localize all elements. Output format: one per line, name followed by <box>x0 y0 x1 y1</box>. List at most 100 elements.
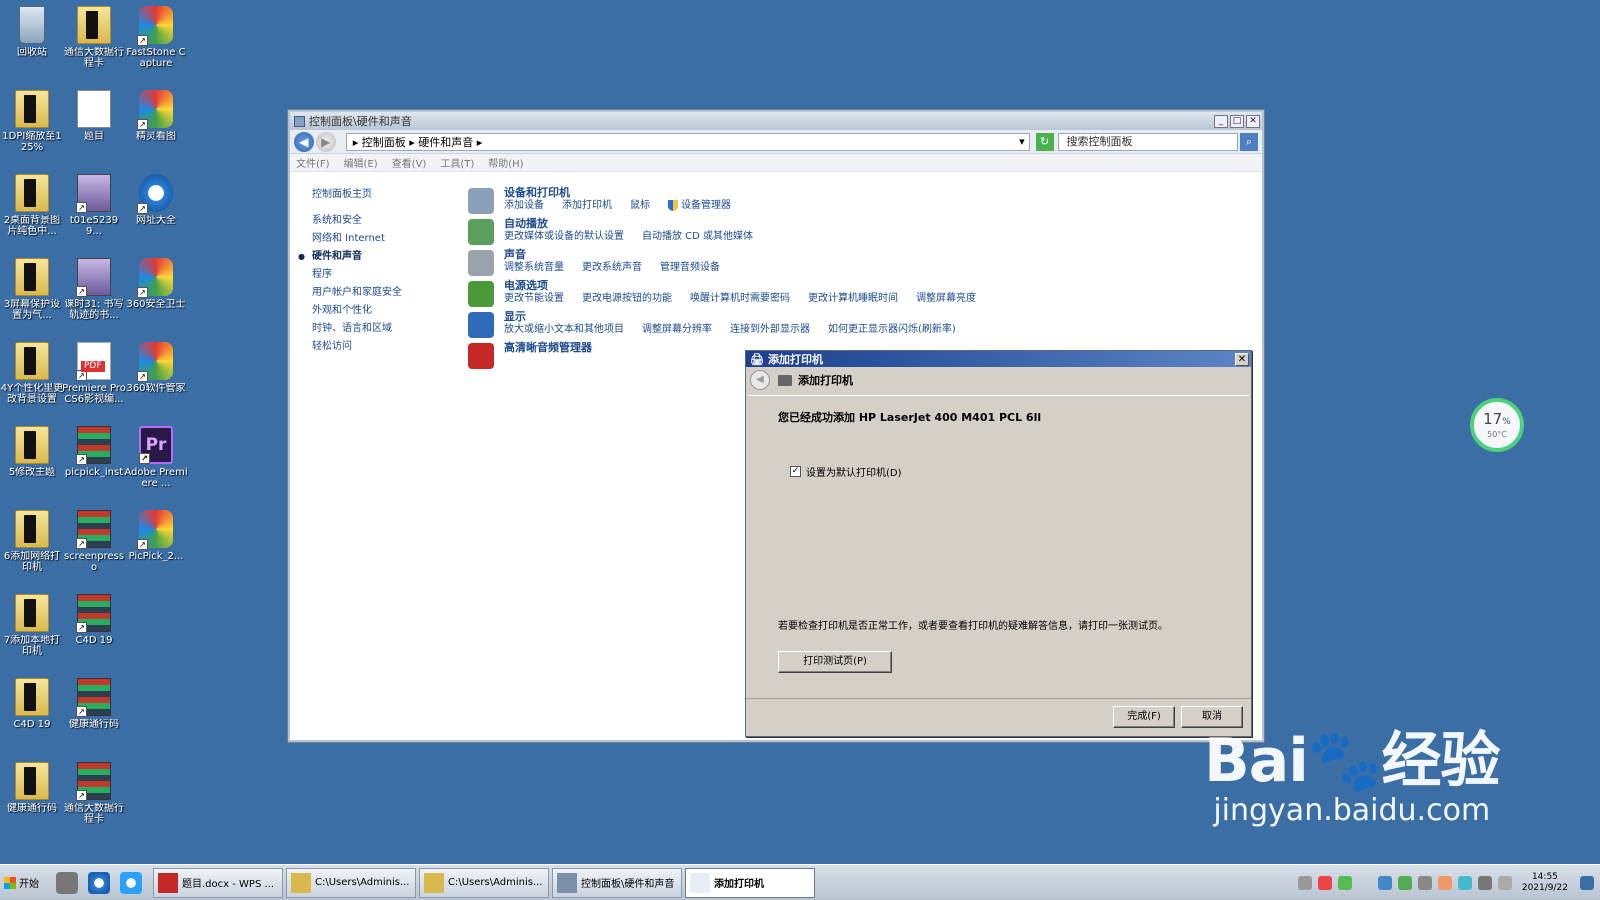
category-link[interactable]: 更改计算机睡眠时间 <box>808 293 898 304</box>
tray-app-icon[interactable] <box>1317 875 1332 890</box>
desktop-icon[interactable]: 通信大数据行程卡 <box>62 2 126 86</box>
category-link[interactable]: 更改媒体或设备的默认设置 <box>504 231 624 242</box>
category-link[interactable]: 添加设备 <box>504 200 544 211</box>
category-link[interactable]: 添加打印机 <box>562 200 612 211</box>
left-nav-link[interactable]: 用户帐户和家庭安全 <box>312 284 462 302</box>
category-link[interactable]: 连接到外部显示器 <box>730 324 810 335</box>
desktop-icon[interactable]: 1DPI缩放至125% <box>0 86 64 170</box>
desktop-icon[interactable]: Pr ↗ Adobe Premiere ... <box>124 422 188 506</box>
tray-app-icon[interactable] <box>1397 875 1412 890</box>
keyboard-icon[interactable] <box>1297 875 1312 890</box>
category-link[interactable]: 管理音频设备 <box>660 262 720 273</box>
left-nav-link[interactable]: 网络和 Internet <box>312 230 462 248</box>
desktop-icon[interactable]: 题目 <box>62 86 126 170</box>
category-link[interactable]: 鼠标 <box>630 200 650 211</box>
category-link[interactable]: 更改电源按钮的功能 <box>582 293 672 304</box>
desktop-icon[interactable]: 3屏幕保护设置为气... <box>0 254 64 338</box>
left-nav-link[interactable]: 硬件和声音 <box>298 248 462 266</box>
back-button[interactable]: ◀ <box>294 131 314 152</box>
desktop-icon[interactable]: 健康通行码 <box>0 758 64 842</box>
volume-icon[interactable] <box>1497 875 1512 890</box>
close-button[interactable]: ✕ <box>1246 114 1260 128</box>
category-link[interactable]: 如何更正显示器闪烁(刷新率) <box>828 324 956 335</box>
printer-icon[interactable] <box>1417 875 1432 890</box>
add-printer-dialog[interactable]: 🖨 添加打印机 ✕ ◀ 添加打印机 您已经成功添加 HP LaserJet 40… <box>745 350 1252 737</box>
category-link[interactable]: 调整系统音量 <box>504 262 564 273</box>
taskbar-button[interactable]: C:\Users\Adminis... <box>419 867 549 898</box>
refresh-icon[interactable]: ↻ <box>1035 132 1054 151</box>
show-desktop-button[interactable] <box>1580 875 1594 890</box>
category-title[interactable]: 设备和打印机 <box>504 186 988 199</box>
left-nav-link[interactable]: 系统和安全 <box>312 212 462 230</box>
window-titlebar[interactable]: 控制面板\硬件和声音 _ □ ✕ <box>290 112 1262 130</box>
desktop-icon[interactable]: 6添加网络打印机 <box>0 506 64 590</box>
taskbar-button[interactable]: 题目.docx - WPS ... <box>153 867 283 898</box>
maximize-button[interactable]: □ <box>1230 114 1244 128</box>
dialog-close-button[interactable]: ✕ <box>1235 352 1249 366</box>
desktop-icon[interactable]: ↗ 精灵看图 <box>124 86 188 170</box>
performance-gauge[interactable]: 17% 50°C <box>1470 398 1524 452</box>
desktop-icon[interactable]: ↗ PicPick_2... <box>124 506 188 590</box>
category-link[interactable]: 唤醒计算机时需要密码 <box>690 293 790 304</box>
desktop-icon[interactable]: ↗ 360安全卫士 <box>124 254 188 338</box>
checkbox-checked-icon[interactable]: ✓ <box>790 466 801 477</box>
desktop-icon[interactable]: C4D 19 <box>0 674 64 758</box>
browser-icon[interactable] <box>120 871 142 894</box>
tray-app-icon[interactable] <box>1377 875 1392 890</box>
tray-app-icon[interactable] <box>1337 875 1352 890</box>
desktop-icon[interactable]: 2桌面背景图片纯色中... <box>0 170 64 254</box>
menu-item[interactable]: 查看(V) <box>392 155 427 170</box>
category-link[interactable]: 更改系统声音 <box>582 262 642 273</box>
ie-icon[interactable] <box>88 871 110 894</box>
left-nav-link[interactable]: 时钟、语言和区域 <box>312 320 462 338</box>
desktop-icon[interactable]: 4Y个性化里更改背景设置 <box>0 338 64 422</box>
dialog-back-button[interactable]: ◀ <box>750 370 770 390</box>
category-link[interactable]: 调整屏幕亮度 <box>916 293 976 304</box>
menu-item[interactable]: 文件(F) <box>296 155 330 170</box>
category-title[interactable]: 自动播放 <box>504 217 988 230</box>
default-printer-checkbox[interactable]: ✓ 设置为默认打印机(D) <box>790 464 902 479</box>
category-link[interactable]: 放大或缩小文本和其他项目 <box>504 324 624 335</box>
taskbar-button[interactable]: 添加打印机 <box>685 867 815 898</box>
desktop-icon[interactable]: ↗ FastStone Capture <box>124 2 188 86</box>
desktop-icon[interactable]: ↗ C4D 19 <box>62 590 126 674</box>
desktop-icon[interactable]: 7添加本地打印机 <box>0 590 64 674</box>
taskbar-button[interactable]: C:\Users\Adminis... <box>286 867 416 898</box>
left-nav-link[interactable]: 轻松访问 <box>312 338 462 356</box>
print-test-page-button[interactable]: 打印测试页(P) <box>778 651 892 673</box>
desktop-icon[interactable]: ↗ Premiere Pro CS6影视编... <box>62 338 126 422</box>
category-link[interactable]: 设备管理器 <box>668 199 731 211</box>
network-icon[interactable] <box>1457 875 1472 890</box>
dialog-titlebar[interactable]: 🖨 添加打印机 ✕ <box>746 351 1251 367</box>
monitor-icon[interactable] <box>1477 875 1492 890</box>
desktop-icon[interactable]: ↗ 课时31: 书写轨迹的书... <box>62 254 126 338</box>
left-nav-link[interactable]: 程序 <box>312 266 462 284</box>
search-input[interactable]: 搜索控制面板 <box>1057 132 1239 151</box>
desktop-icon[interactable]: ↗ 健康通行码 <box>62 674 126 758</box>
desktop-icon[interactable]: 回收站 <box>0 2 64 86</box>
chevron-down-icon[interactable]: ▾ <box>1019 135 1025 148</box>
menu-item[interactable]: 编辑(E) <box>344 155 378 170</box>
minimize-button[interactable]: _ <box>1214 114 1228 128</box>
start-button[interactable]: 开始 <box>2 868 42 898</box>
desktop-icon[interactable]: ↗ screenpresso <box>62 506 126 590</box>
menu-item[interactable]: 帮助(H) <box>488 155 523 170</box>
category-link[interactable]: 自动播放 CD 或其他媒体 <box>642 231 753 242</box>
desktop-icon[interactable]: 5修改主题 <box>0 422 64 506</box>
desktop-icon[interactable]: ↗ 网址大全 <box>124 170 188 254</box>
desktop-icon[interactable]: ↗ t01e52399... <box>62 170 126 254</box>
menu-item[interactable]: 工具(T) <box>440 155 474 170</box>
forward-button[interactable]: ▶ <box>315 131 336 152</box>
desktop-icon[interactable]: ↗ 360软件管家 <box>124 338 188 422</box>
taskbar-button[interactable]: 控制面板\硬件和声音 <box>552 867 682 898</box>
search-icon[interactable]: ⌕ <box>1240 132 1259 151</box>
category-title[interactable]: 声音 <box>504 248 988 261</box>
show-desktop-icon[interactable] <box>56 871 78 894</box>
desktop-icon[interactable]: ↗ 通信大数据行程卡 <box>62 758 126 842</box>
finish-button[interactable]: 完成(F) <box>1113 706 1175 728</box>
desktop-icon[interactable]: ↗ picpick_inst <box>62 422 126 506</box>
left-nav-link[interactable]: 控制面板主页 <box>312 186 462 204</box>
address-bar[interactable]: ▸ 控制面板 ▸ 硬件和声音 ▸ ▾ <box>345 132 1030 151</box>
category-title[interactable]: 电源选项 <box>504 279 988 292</box>
tray-app-icon[interactable] <box>1437 875 1452 890</box>
